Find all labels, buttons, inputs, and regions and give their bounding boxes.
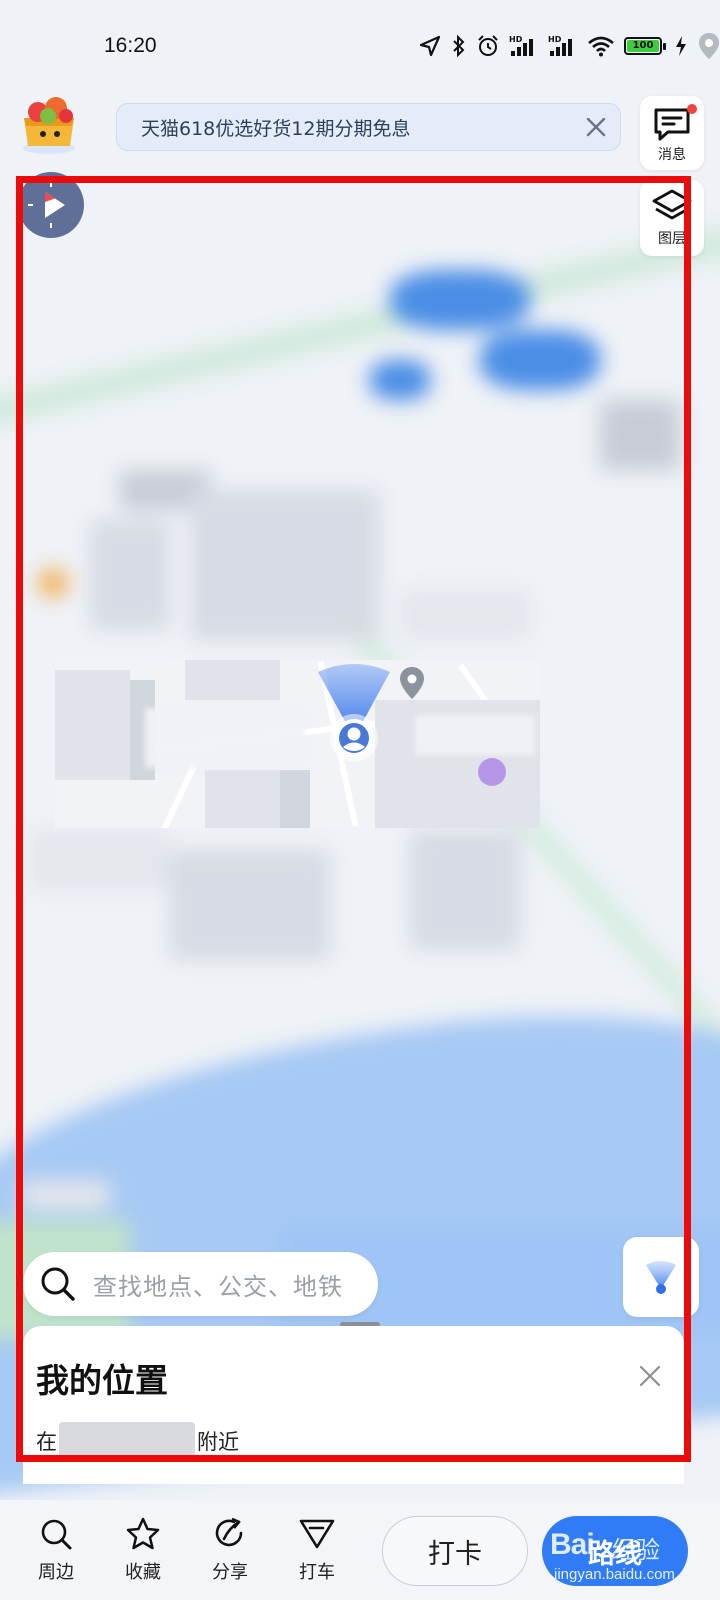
metro-station-marker [370,360,430,400]
message-icon [654,108,690,141]
nav-label: 打车 [299,1562,335,1583]
promo-banner[interactable]: 天猫618优选好货12期分期免息 [116,103,621,151]
search-icon [41,1519,72,1550]
battery-level: 100 [627,40,659,52]
road [158,762,198,828]
building [30,830,170,890]
building [280,770,310,828]
close-icon[interactable] [582,113,610,141]
current-location-marker-icon[interactable] [318,660,394,764]
compass-button[interactable] [18,172,84,238]
building [185,660,280,700]
signal-hd-icon: HD [548,35,572,56]
map-app-screen: 16:20 HD HD 100 天猫618优选好货12期分期免息 消息 图层 查… [0,0,720,1600]
close-icon[interactable] [638,1364,662,1388]
search-icon [41,1267,75,1301]
metro-station-marker [390,270,530,330]
building [190,490,380,640]
watermark-url: jingyan.baidu.com [554,1566,675,1583]
layers-icon [652,189,692,220]
layers-label: 图层 [658,231,686,247]
compass-icon [28,182,65,228]
nav-label: 收藏 [125,1562,161,1583]
unread-dot [687,104,697,114]
watermark-cn: 经验 [612,1537,660,1564]
building [55,670,130,780]
nav-share[interactable]: 分享 [200,1516,260,1584]
bluetooth-icon [453,34,465,58]
checkin-button[interactable]: 打卡 [382,1516,528,1586]
location-info-sheet: 我的位置 在 附近 [23,1326,684,1484]
share-icon [215,1517,243,1547]
building [410,830,520,950]
location-prefix: 在 [36,1430,57,1454]
location-description: 在 附近 [36,1422,239,1460]
poi-dot [478,758,506,786]
search-bar[interactable]: 查找地点、公交、地铁 [23,1252,378,1316]
watermark-logo: Bai [550,1528,595,1561]
baidu-jingyan-watermark: Bai 经验 jingyan.baidu.com [550,1520,720,1590]
status-bar: 16:20 HD HD 100 [0,0,720,96]
charging-icon [676,36,686,56]
nav-favorites[interactable]: 收藏 [113,1516,173,1584]
taxi-icon [299,1519,335,1549]
signal-hd-icon: HD [509,35,533,56]
svg-text:HD: HD [509,35,523,44]
poi-dot [38,568,68,598]
messages-label: 消息 [658,147,686,163]
redacted-place-name [59,1422,195,1460]
poi-pin-icon[interactable] [398,666,426,700]
blurred-label [415,715,535,755]
locate-button[interactable] [623,1237,699,1317]
building [400,590,530,640]
promo-mascot-icon[interactable] [16,92,82,156]
building [90,520,170,630]
nav-label: 周边 [38,1562,74,1583]
status-icons: HD HD 100 [418,32,720,60]
building [600,400,680,470]
battery-icon: 100 [624,37,666,55]
locate-radar-icon [646,1261,676,1294]
search-placeholder: 查找地点、公交、地铁 [93,1272,343,1301]
promo-banner-text: 天猫618优选好货12期分期免息 [141,117,411,140]
location-arrow-icon [419,35,441,57]
nav-nearby[interactable]: 周边 [26,1516,86,1584]
alarm-icon [478,35,498,56]
map-center-area [55,660,540,828]
status-time: 16:20 [104,34,157,57]
nav-taxi[interactable]: 打车 [287,1516,347,1584]
sheet-title: 我的位置 [36,1361,168,1400]
map-pin-icon [699,33,719,59]
messages-button[interactable]: 消息 [640,96,704,170]
svg-text:HD: HD [548,35,562,44]
blurred-label [145,708,305,768]
nav-label: 分享 [212,1562,248,1583]
wifi-icon [588,36,614,57]
building [20,1180,110,1210]
layers-button[interactable]: 图层 [640,180,704,256]
star-icon [126,1517,160,1550]
metro-station-marker [480,330,600,390]
building [170,850,330,960]
location-suffix: 附近 [197,1430,239,1454]
